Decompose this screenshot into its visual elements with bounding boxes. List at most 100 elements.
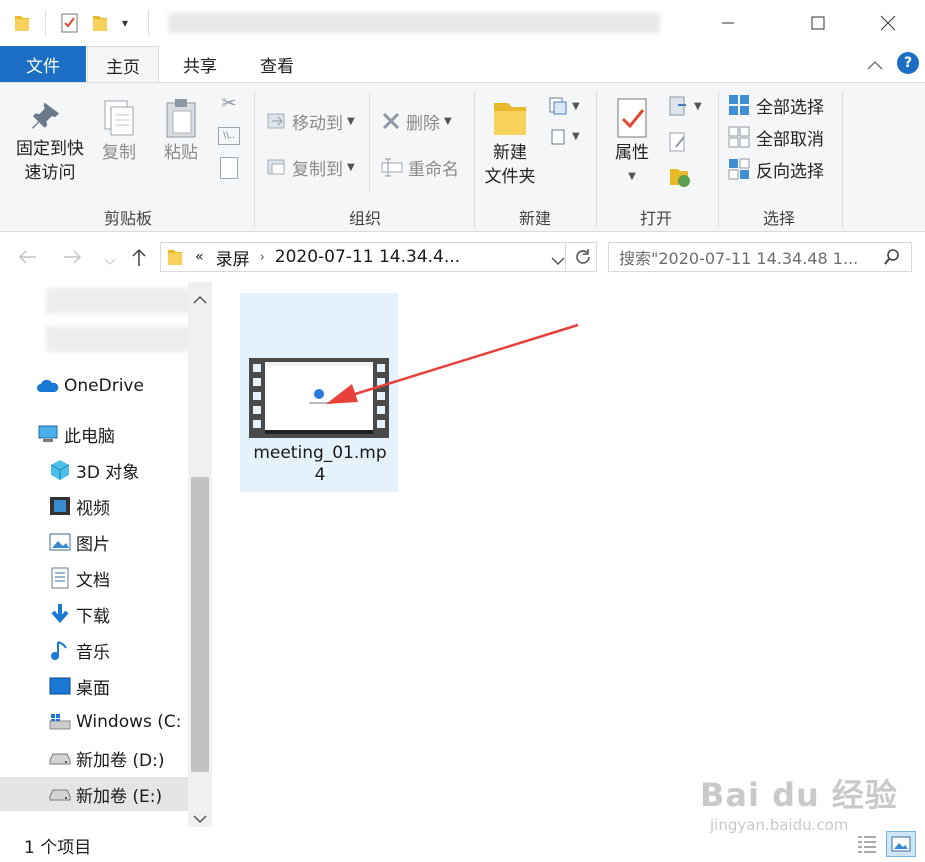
help-icon[interactable]: ? (897, 52, 919, 74)
desktop-icon (48, 674, 72, 698)
invert-selection-button[interactable]: 反向选择 (728, 155, 824, 183)
minimize-button[interactable] (706, 8, 750, 38)
address-bar[interactable]: « 录屏 › 2020-07-11 14.34.4... (160, 242, 597, 272)
group-label-open: 打开 (639, 209, 672, 228)
watermark: Bai du 经验 jingyan.baidu.com (700, 776, 898, 834)
computer-icon (36, 422, 60, 446)
easy-access-icon (551, 129, 565, 145)
scroll-up-button[interactable] (192, 290, 208, 309)
copy-button[interactable]: 复制 (94, 97, 144, 165)
cube-icon (48, 458, 72, 482)
nav-item-onedrive[interactable]: OneDrive (0, 369, 188, 403)
move-to-button[interactable]: 移动到 ▼ (266, 107, 355, 135)
nav-item-c-drive[interactable]: Windows (C: (0, 705, 188, 739)
blurred-nav-item (46, 326, 192, 352)
tab-share[interactable]: 共享 (164, 46, 236, 83)
edit-icon[interactable] (668, 131, 690, 155)
customize-quick-access-icon[interactable]: ▾ (122, 12, 128, 34)
navigation-pane: OneDrive 此电脑 3D 对象 视频 图片 文档 下载 音乐 桌面 Win… (0, 282, 212, 827)
maximize-button[interactable] (796, 8, 840, 38)
tab-home[interactable]: 主页 (87, 46, 159, 83)
group-label-new: 新建 (518, 209, 551, 228)
nav-item-d-drive[interactable]: 新加卷 (D:) (0, 741, 188, 775)
chevron-down-icon (193, 815, 207, 824)
nav-item-documents[interactable]: 文档 (0, 561, 188, 595)
nav-item-music[interactable]: 音乐 (0, 633, 188, 667)
properties-button[interactable]: 属性 ▼ (604, 97, 660, 189)
document-icon (48, 566, 72, 590)
pin-quick-access-button[interactable]: 固定到快 速访问 (8, 97, 92, 185)
scroll-down-button[interactable] (192, 809, 208, 828)
rename-button[interactable]: 重命名 (380, 153, 459, 181)
drive-icon (48, 746, 72, 770)
item-count: 1 个项目 (24, 838, 92, 858)
paste-button[interactable]: 粘贴 (154, 97, 208, 165)
nav-item-downloads[interactable]: 下载 (0, 597, 188, 631)
film-icon (48, 494, 72, 518)
properties-quick-icon[interactable] (60, 12, 80, 34)
folder-icon (168, 250, 182, 265)
refresh-icon (576, 249, 590, 264)
file-name: meeting_01.mp 4 (253, 443, 387, 485)
breadcrumb-current-folder[interactable]: 2020-07-11 14.34.4... (275, 247, 460, 267)
title-bar: ▾ (0, 0, 925, 46)
download-arrow-icon (48, 602, 72, 626)
paste-shortcut-icon[interactable] (220, 157, 238, 179)
pin-icon (32, 102, 59, 129)
easy-access-button[interactable]: ▼ (548, 125, 584, 147)
up-arrow-icon (132, 248, 146, 266)
copy-icon (104, 100, 134, 136)
rename-icon (381, 158, 403, 177)
back-button[interactable] (16, 246, 40, 270)
nav-item-desktop[interactable]: 桌面 (0, 669, 188, 703)
up-button[interactable] (128, 246, 152, 270)
forward-arrow-icon (64, 250, 82, 264)
open-icon (669, 96, 686, 116)
new-folder-button[interactable]: 新建 文件夹 (478, 97, 542, 189)
new-folder-icon (494, 103, 526, 135)
delete-icon (382, 112, 400, 130)
nav-item-pictures[interactable]: 图片 (0, 525, 188, 559)
blurred-title (168, 13, 660, 33)
nav-scrollbar-thumb[interactable] (191, 477, 209, 772)
select-none-button[interactable]: 全部取消 (728, 123, 824, 151)
properties-icon (617, 98, 647, 138)
group-label-organize: 组织 (348, 209, 381, 228)
cut-icon[interactable]: ✂ (218, 93, 240, 115)
collapse-ribbon-button[interactable] (864, 54, 886, 76)
breadcrumb-recordings[interactable]: 录屏 (216, 245, 250, 270)
new-folder-quick-icon[interactable] (92, 12, 108, 34)
delete-button[interactable]: 删除 ▼ (380, 107, 452, 135)
history-icon[interactable] (668, 165, 692, 189)
back-arrow-icon (18, 250, 36, 264)
open-button[interactable]: ▼ (668, 95, 708, 117)
address-dropdown-button[interactable] (551, 251, 565, 271)
invert-selection-icon (728, 158, 750, 180)
chevron-down-icon (551, 257, 565, 266)
nav-item-videos[interactable]: 视频 (0, 489, 188, 523)
recent-locations-button[interactable] (104, 252, 116, 265)
forward-button[interactable] (62, 246, 86, 270)
nav-item-3d-objects[interactable]: 3D 对象 (0, 453, 188, 487)
tab-file[interactable]: 文件 (0, 46, 86, 82)
cloud-icon (36, 374, 60, 398)
copy-to-button[interactable]: 复制到 ▼ (266, 153, 355, 181)
select-all-icon (729, 95, 749, 115)
ribbon-tabs: 文件 主页 共享 查看 ? (0, 46, 925, 83)
red-arrow-annotation (326, 323, 579, 404)
close-button[interactable] (866, 8, 910, 38)
copy-path-icon[interactable]: \\.. (218, 127, 240, 145)
file-list[interactable]: meeting_01.mp 4 (212, 282, 925, 827)
new-item-button[interactable]: ▼ (548, 95, 584, 117)
refresh-button[interactable] (573, 247, 593, 272)
windows-drive-icon (48, 710, 72, 734)
select-all-button[interactable]: 全部选择 (728, 91, 824, 119)
ribbon: 固定到快 速访问 复制 粘贴 ✂ \\.. 剪贴板 移动到 ▼ 复制到 ▼ 删除 ▼ … (0, 82, 925, 232)
nav-item-e-drive[interactable]: 新加卷 (E:) (0, 777, 188, 811)
drive-icon (48, 782, 72, 806)
breadcrumb-overflow[interactable]: « (195, 249, 204, 265)
new-item-icon (549, 97, 567, 115)
nav-item-this-pc[interactable]: 此电脑 (0, 417, 188, 451)
tab-view[interactable]: 查看 (241, 46, 313, 83)
search-input[interactable]: 搜索"2020-07-11 14.34.48 1... (608, 242, 912, 272)
